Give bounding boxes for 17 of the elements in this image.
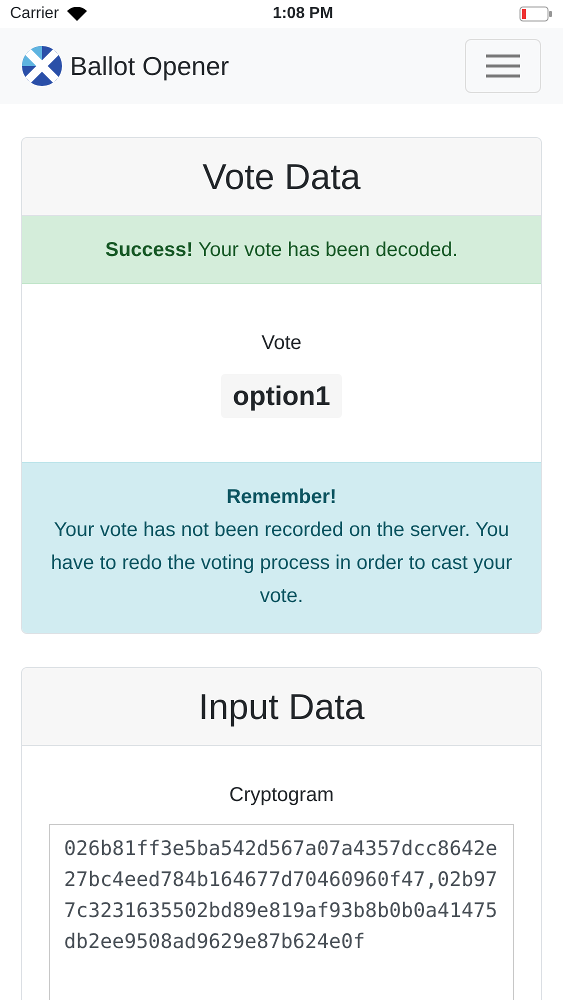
success-message: Success! Your vote has been decoded. bbox=[105, 238, 458, 262]
wifi-icon bbox=[66, 7, 87, 21]
vote-label: Vote bbox=[261, 330, 302, 356]
cryptogram-field[interactable]: 026b81ff3e5ba542d567a07a4357dcc8642e27bc4eed784b164677d70460960f47,02b977c3231635502bd89e819af93b8b0b0a41475db2ee9508ad9629e87b624e0f bbox=[49, 824, 514, 1000]
card-title: Input Data bbox=[198, 684, 365, 728]
alert-heading: Remember! bbox=[225, 485, 338, 510]
logo-icon bbox=[22, 46, 62, 86]
alert-message: Your vote has not been recorded on the server. You have to redo the voting process in order to cast your vote. bbox=[50, 518, 514, 609]
battery-icon bbox=[518, 6, 553, 22]
menu-button[interactable] bbox=[465, 39, 541, 93]
card-title: Vote Data bbox=[202, 154, 361, 198]
cryptogram-label: Cryptogram bbox=[228, 783, 335, 808]
menu-icon bbox=[486, 54, 520, 78]
clock-time: 1:08 PM bbox=[272, 4, 334, 24]
app-title[interactable]: Ballot Opener bbox=[70, 46, 229, 86]
carrier-text: Carrier bbox=[10, 4, 59, 24]
vote-value: option1 bbox=[220, 374, 342, 418]
